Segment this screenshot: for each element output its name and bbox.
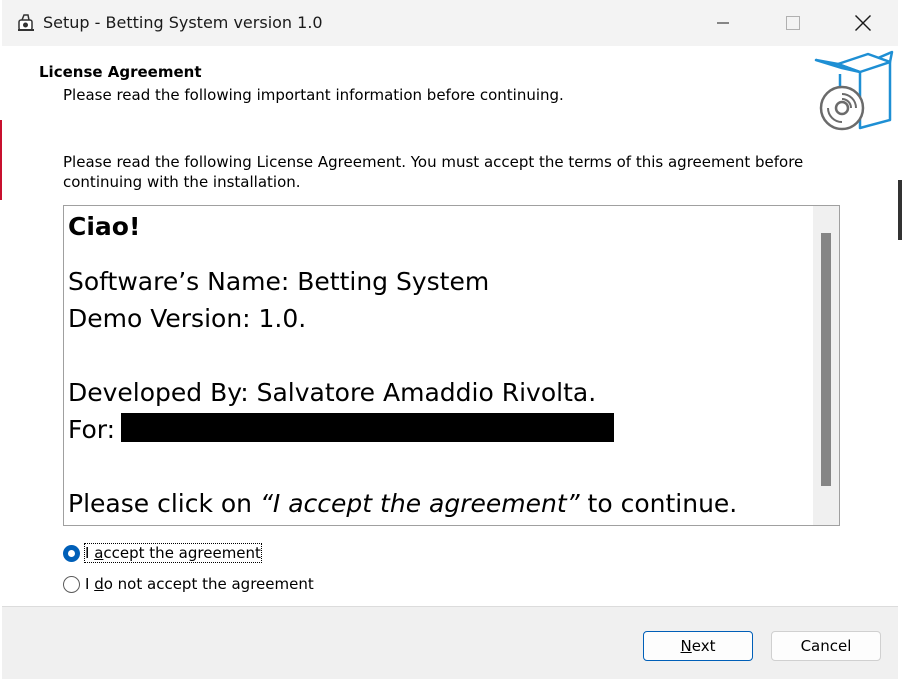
instruction-prefix: Please click on [68,489,260,518]
license-greeting: Ciao! [68,212,141,241]
next-button[interactable]: Next [643,631,753,661]
accept-label-post: ccept the agreement [103,544,261,562]
accept-radio-button[interactable] [63,544,80,562]
next-label: ext [691,637,716,655]
next-mnemonic: N [680,637,692,655]
close-button[interactable] [828,0,898,46]
scrollbar-thumb[interactable] [821,233,831,486]
instruction-suffix: to continue. [579,489,738,518]
setup-window: Setup - Betting System version 1.0 Licen… [2,0,898,679]
license-text-area[interactable]: Ciao! Software’s Name: Betting System De… [63,205,840,526]
decline-radio-label: I do not accept the agreement [85,575,314,593]
page-title: License Agreement [39,63,202,81]
decline-label-mnemonic: d [94,575,104,593]
license-for-label: For: [68,415,116,444]
title-bar: Setup - Betting System version 1.0 [2,0,898,46]
maximize-icon [786,16,800,30]
maximize-button[interactable] [758,0,828,46]
license-scrollbar[interactable] [813,206,839,525]
minimize-icon [717,22,729,24]
license-developer: Developed By: Salvatore Amaddio Rivolta. [68,378,597,407]
background-edge [898,180,902,240]
decline-label-pre: I [85,575,95,593]
license-for-line: For: [68,411,615,448]
decline-label-post: o not accept the agreement [103,575,314,593]
minimize-button[interactable] [688,0,758,46]
wizard-header: License Agreement Please read the follow… [2,46,898,136]
license-intro-text: Please read the following License Agreem… [63,153,804,191]
accept-radio-label: I accept the agreement [84,543,262,563]
instruction-quote: “I accept the agreement” [259,489,580,518]
setup-app-icon [18,14,34,31]
decline-radio-button[interactable] [63,575,80,593]
license-demo-version: Demo Version: 1.0. [68,304,307,333]
license-software-name: Software’s Name: Betting System [68,267,490,296]
page-subtitle: Please read the following important info… [63,86,564,104]
close-icon [855,15,871,31]
redaction-bar [121,413,615,442]
wizard-footer: Next Cancel [2,606,898,679]
accept-agreement-option[interactable]: I accept the agreement [63,543,262,563]
license-instruction: Please click on “I accept the agreement”… [68,485,737,522]
accept-label-pre: I [85,544,95,562]
window-title: Setup - Betting System version 1.0 [43,13,323,32]
cancel-button[interactable]: Cancel [771,631,881,661]
install-box-icon [814,50,894,131]
decline-agreement-option[interactable]: I do not accept the agreement [63,575,314,593]
